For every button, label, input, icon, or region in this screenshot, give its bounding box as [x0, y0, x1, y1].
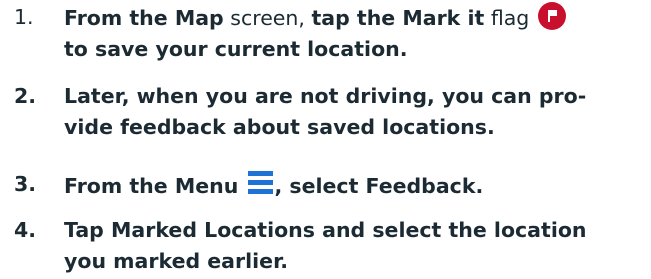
step-1-text-part: screen, [223, 6, 312, 30]
step-2-line-2: vide feedback about saved locations. [64, 115, 495, 139]
step-4-text-part: and select the location [314, 218, 587, 242]
step-4-line-1: Tap Marked Locations and select the loca… [64, 215, 651, 246]
step-1-number: 1. [14, 5, 34, 29]
step-3-number: 3. [14, 172, 37, 196]
step-3-line-1: From the Menu , select Feedback. [64, 169, 651, 202]
step-1-map-label: Map [174, 6, 224, 30]
step-3-feedback-label: Feedback [365, 174, 476, 198]
instruction-steps: 1. From the Map screen, tap the Mark it … [0, 0, 651, 279]
step-1-mark-it-label: Mark it [402, 6, 485, 30]
step-1-text-part: From the [64, 6, 175, 30]
step-4-marked-locations-label: Marked Locations [111, 218, 315, 242]
step-2-number: 2. [14, 84, 37, 108]
menu-icon [247, 169, 274, 196]
step-1-text-part: tap the [311, 6, 403, 30]
step-3-text-part: From the Menu [64, 174, 246, 198]
step-3-text: From the Menu , select Feedback. [64, 169, 651, 202]
step-1-text: From the Map screen, tap the Mark it fla… [64, 2, 651, 65]
step-4-text-part: Tap [64, 218, 111, 242]
step-4-text: Tap Marked Locations and select the loca… [64, 215, 651, 277]
step-4-line-2: you marked earlier. [64, 249, 289, 273]
step-4-number: 4. [14, 218, 37, 242]
step-3-text-part: . [475, 174, 484, 198]
mark-it-flag-icon [537, 2, 566, 30]
step-1-line-1: From the Map screen, tap the Mark it fla… [64, 2, 651, 34]
step-3-text-part: , select [274, 174, 366, 198]
step-2-text: Later, when you are not driving, you can… [64, 81, 651, 143]
step-2-line-1: Later, when you are not driving, you can… [64, 84, 587, 108]
step-1-text-part: flag [484, 6, 536, 30]
step-1-line-2: to save your current location. [64, 37, 408, 61]
